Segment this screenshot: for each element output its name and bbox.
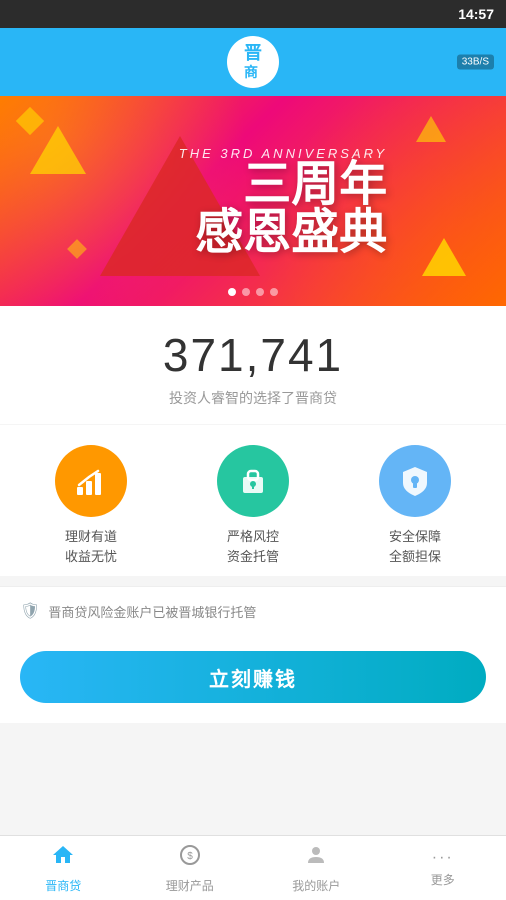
nav-item-more[interactable]: ··· 更多 [380,836,506,900]
banner-text: THE 3RD ANNIVERSARY 三周年 感恩盛典 [179,146,387,257]
banner-dot-3 [256,288,264,296]
home-icon [51,843,75,873]
svg-text:$: $ [187,851,193,862]
banner-dot-4 [270,288,278,296]
feature-item-1: 理财有道 收益无忧 [55,445,127,566]
finance-icon-svg [73,463,109,499]
status-time: 14:57 [458,6,494,22]
stats-section: 371,741 投资人睿智的选择了晋商贷 [0,306,506,424]
banner-title-line1: 三周年 [179,161,387,209]
cta-section: 立刻赚钱 [0,635,506,723]
nav-item-account[interactable]: 我的账户 [253,836,380,900]
logo-text: 晋商 [244,44,262,80]
security-icon-svg [397,463,433,499]
feature-label-3: 安全保障 全额担保 [389,527,441,566]
banner-dots [228,288,278,296]
more-icon: ··· [432,849,454,867]
risk-icon-svg [235,463,271,499]
feature-icon-security [379,445,451,517]
cta-button[interactable]: 立刻赚钱 [20,651,486,703]
stats-number: 371,741 [20,328,486,382]
feature-icon-risk [217,445,289,517]
nav-label-account: 我的账户 [292,877,340,894]
nav-label-products: 理财产品 [166,877,214,894]
feature-item-2: 严格风控 资金托管 [217,445,289,566]
status-bar: 14:57 [0,0,506,28]
notice-text: 晋商贷风险金账户已被晋城银行托管 [48,602,256,621]
nav-item-products[interactable]: $ 理财产品 [127,836,254,900]
banner-dot-1 [228,288,236,296]
feature-label-2: 严格风控 资金托管 [227,527,279,566]
banner-title-line2: 感恩盛典 [179,209,387,257]
banner-dot-2 [242,288,250,296]
app-header: 晋商 33B/S [0,28,506,96]
feature-label-1: 理财有道 收益无忧 [65,527,117,566]
notice-shield-icon: 🛡 [20,601,40,621]
wifi-badge: 33B/S [457,55,494,70]
triangle-decoration-3 [416,116,446,142]
account-icon [304,843,328,873]
products-icon: $ [178,843,202,873]
triangle-decoration-2 [422,238,466,276]
triangle-decoration-1 [30,126,86,174]
promo-banner[interactable]: THE 3RD ANNIVERSARY 三周年 感恩盛典 [0,96,506,306]
nav-label-home: 晋商贷 [45,877,81,894]
bottom-nav: 晋商贷 $ 理财产品 我的账户 ··· 更多 [0,835,506,900]
features-section: 理财有道 收益无忧 严格风控 资金托管 安全保障 全额 [0,425,506,576]
feature-item-3: 安全保障 全额担保 [379,445,451,566]
notice-section: 🛡 晋商贷风险金账户已被晋城银行托管 [0,586,506,635]
stats-subtitle: 投资人睿智的选择了晋商贷 [20,388,486,408]
feature-icon-finance [55,445,127,517]
nav-item-home[interactable]: 晋商贷 [0,836,127,900]
nav-label-more: 更多 [431,871,455,888]
app-logo: 晋商 [227,36,279,88]
